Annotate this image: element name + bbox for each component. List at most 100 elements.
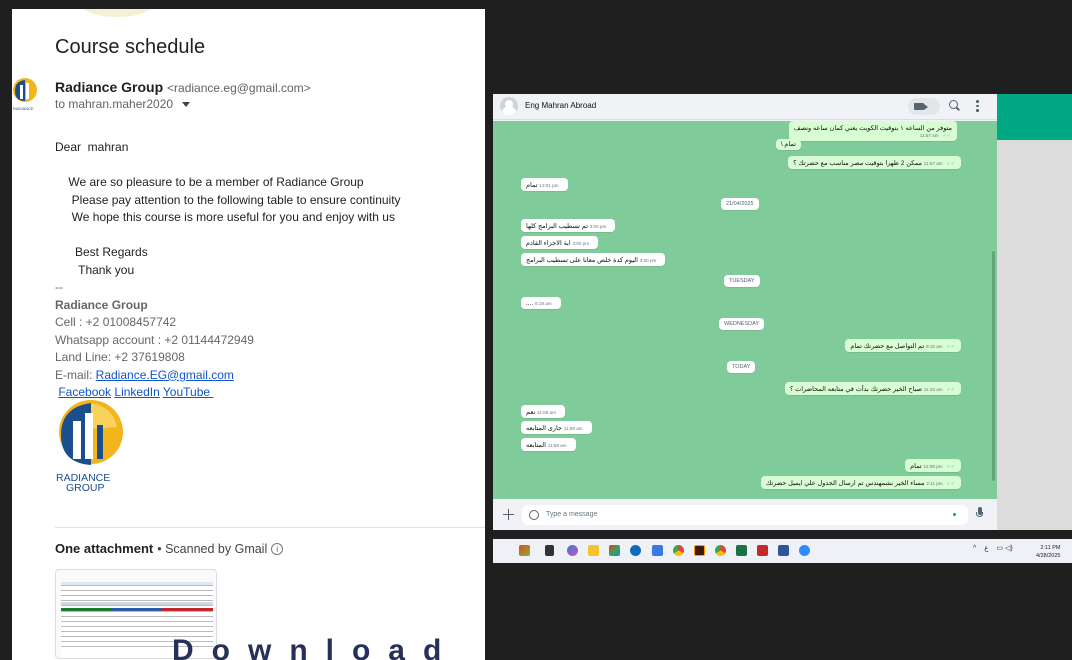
- body-line: Thank you: [55, 262, 135, 277]
- linkedin-link[interactable]: LinkedIn: [114, 385, 159, 399]
- body-line: ​: [55, 157, 401, 175]
- chat-area[interactable]: متوفر من الساعه ١ بتوقيت الكويت يعني كما…: [493, 121, 997, 499]
- youtube-link[interactable]: YouTube: [163, 385, 214, 399]
- message-bubble[interactable]: ✓✓9:15 am تم التواصل مع حضرتك تمام: [845, 339, 961, 352]
- search-icon[interactable]: [948, 99, 962, 113]
- message-time: 11:57 am: [919, 133, 939, 138]
- mcafee-icon[interactable]: [757, 545, 768, 556]
- message-text: تم تسطيب البرامج كلها: [526, 223, 588, 230]
- message-time: 8:19 am: [535, 301, 552, 306]
- app-icon[interactable]: [652, 545, 663, 556]
- message-time: 12:01 pm: [539, 183, 559, 188]
- svg-text:RADIANCE: RADIANCE: [13, 106, 34, 111]
- chevron-down-icon[interactable]: [182, 101, 191, 107]
- message-time: 11:43 am: [923, 387, 943, 392]
- excel-icon[interactable]: [736, 545, 747, 556]
- message-text: تمام \: [780, 141, 796, 148]
- info-icon[interactable]: i: [271, 542, 284, 555]
- message-bubble[interactable]: 12:01 pm تمام: [521, 178, 568, 191]
- status-dot: [953, 513, 956, 516]
- message-bubble[interactable]: ✓✓11:57 am ممكن 2 ظهرا بتوقيت مصر مناسب …: [788, 156, 961, 169]
- read-ticks-icon: ✓✓: [946, 481, 955, 487]
- signature-whatsapp: Whatsapp account : +2 01144472949: [55, 332, 254, 347]
- scanned-label: • Scanned by Gmail: [157, 541, 268, 556]
- read-ticks-icon: ✓✓: [946, 161, 955, 167]
- chrome-profile-icon[interactable]: [715, 545, 726, 556]
- taskbar-clock[interactable]: 2:11 PM 4/28/2025: [1036, 544, 1060, 560]
- file-explorer-icon[interactable]: [588, 545, 599, 556]
- read-ticks-icon: ✓✓: [946, 387, 955, 393]
- message-time: 3:00 pm: [589, 224, 607, 229]
- mic-icon[interactable]: [976, 507, 983, 522]
- message-bubble[interactable]: تمام \: [775, 139, 801, 150]
- body-line: Best Regards: [55, 245, 148, 259]
- email-subject: Course schedule: [55, 36, 206, 58]
- network-volume-icons[interactable]: ▭ ◁): [996, 544, 1012, 552]
- chat-header: Eng Mahran Abroad: [493, 94, 997, 120]
- signature-name: Radiance Group: [55, 297, 148, 312]
- message-text: ابة الاجزاء القادم: [526, 240, 571, 247]
- edge-icon[interactable]: [630, 545, 641, 556]
- message-text: صباح الخير حضرتك بدأت في متابعه المحاضرا…: [789, 386, 922, 393]
- sender-name[interactable]: Radiance Group: [55, 79, 163, 95]
- emoji-icon[interactable]: [529, 510, 539, 520]
- facebook-link[interactable]: Facebook: [58, 385, 111, 399]
- radiance-group-logo: RADIANCE GROUP: [56, 400, 123, 491]
- header-decoration: [82, 9, 152, 17]
- email-body: Dear mahran ​ We are so pleasure to be a…: [55, 139, 401, 402]
- message-time: 11:59 am: [563, 426, 583, 431]
- zoom-icon[interactable]: [799, 545, 810, 556]
- clock-time: 2:11 PM: [1040, 545, 1061, 551]
- date-separator: TODAY: [727, 361, 756, 373]
- attachment-count: One attachment: [55, 541, 154, 556]
- email-link[interactable]: Radiance.EG@gmail.com: [96, 368, 234, 382]
- language-indicator[interactable]: ع: [984, 544, 988, 552]
- message-bubble[interactable]: 11:59 am جارى المتابعه: [521, 421, 592, 434]
- recipient-line[interactable]: to mahran.maher2020: [55, 97, 191, 111]
- download-banner-text: Download Ou: [172, 634, 485, 660]
- message-time: 3:00 pm: [572, 241, 590, 246]
- copilot-icon[interactable]: [567, 545, 578, 556]
- word-icon[interactable]: [778, 545, 789, 556]
- message-bubble[interactable]: ✓✓11:43 am صباح الخير حضرتك بدأت في متاب…: [784, 382, 961, 395]
- contact-avatar[interactable]: [500, 97, 518, 115]
- message-time: 2:11 pm: [926, 481, 943, 486]
- attachment-header: One attachment • Scanned by Gmail i: [55, 541, 284, 556]
- message-bubble[interactable]: 11:59 am نعم: [521, 405, 565, 418]
- message-bubble[interactable]: 3:00 pm تم تسطيب البرامج كلها: [521, 219, 616, 232]
- widgets-icon[interactable]: [519, 545, 530, 556]
- store-icon[interactable]: [609, 545, 620, 556]
- logo-text-group: GROUP: [66, 482, 105, 491]
- message-placeholder: Type a message: [546, 511, 598, 518]
- message-time: 9:15 am: [926, 344, 943, 349]
- body-line: We hope this course is more useful for y…: [55, 210, 395, 224]
- chat-scrollbar[interactable]: [992, 251, 995, 481]
- message-bubble[interactable]: 11:59 am المتابعه: [521, 438, 576, 451]
- system-tray: ^ ع ▭ ◁): [973, 544, 1013, 553]
- date-separator: WEDNESDAY: [719, 318, 765, 330]
- message-bubble[interactable]: ✓✓2:11 pm مساء الخير بشمهندس تم ارسال ال…: [760, 476, 961, 489]
- side-gray-panel: [997, 140, 1072, 530]
- message-bubble[interactable]: 8:19 am ....: [521, 297, 561, 309]
- message-bubble[interactable]: ✓✓12:08 pm تمام: [905, 459, 961, 472]
- message-text: متوفر من الساعه ١ بتوقيت الكويت يعني كما…: [793, 125, 952, 132]
- message-bubble[interactable]: متوفر من الساعه ١ بتوقيت الكويت يعني كما…: [788, 121, 957, 141]
- body-line: ​: [55, 227, 401, 245]
- illustrator-icon[interactable]: [694, 545, 705, 556]
- sender-line: Radiance Group <radiance.eg@gmail.com>: [55, 79, 311, 95]
- chevron-up-icon[interactable]: ^: [973, 545, 976, 552]
- message-input[interactable]: Type a message: [522, 505, 968, 525]
- message-text: ....: [526, 300, 534, 307]
- video-call-icon[interactable]: [908, 98, 940, 115]
- chrome-icon[interactable]: [673, 545, 684, 556]
- message-bubble[interactable]: 3:00 pm ابة الاجزاء القادم: [521, 236, 599, 249]
- contact-name[interactable]: Eng Mahran Abroad: [525, 101, 596, 110]
- whatsapp-window: Eng Mahran Abroad متوفر من الساعه ١ بتوق…: [493, 94, 997, 530]
- message-time: 12:08 pm: [923, 464, 943, 469]
- message-text: تمام: [910, 463, 922, 470]
- task-view-icon[interactable]: [545, 545, 554, 556]
- message-bubble[interactable]: 3:00 pm اليوم كدة خلص معانا على تسطيب ال…: [521, 253, 666, 266]
- menu-icon[interactable]: [976, 100, 980, 114]
- message-time: 3:00 pm: [639, 258, 657, 263]
- attach-plus-icon[interactable]: [503, 509, 514, 520]
